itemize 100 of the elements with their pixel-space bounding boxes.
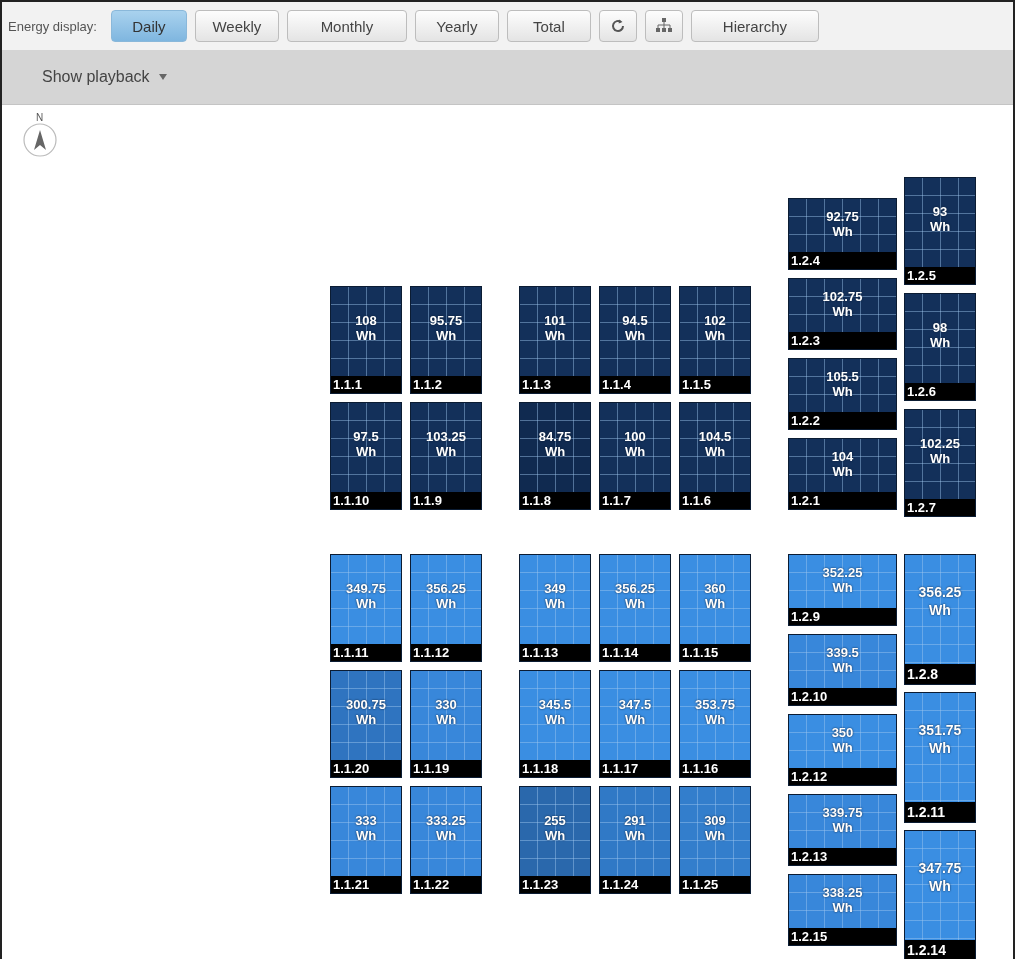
energy-value: 347.5	[618, 697, 652, 712]
period-tab[interactable]: Total	[506, 10, 591, 42]
solar-panel[interactable]: 102.25 Wh 1.2.7	[904, 409, 976, 517]
solar-panel[interactable]: 350 Wh 1.2.12	[788, 714, 897, 786]
energy-value: 300.75	[346, 697, 386, 712]
solar-panel[interactable]: 351.75 Wh 1.2.11	[904, 692, 976, 823]
solar-panel[interactable]: 333.25 Wh 1.1.22	[410, 786, 482, 894]
energy-unit: Wh	[832, 224, 853, 239]
panel-id: 1.2.5	[905, 267, 975, 284]
panel-id: 1.2.13	[789, 848, 896, 865]
solar-panel[interactable]: 300.75 Wh 1.1.20	[330, 670, 402, 778]
solar-panel[interactable]: 309 Wh 1.1.25	[679, 786, 751, 894]
period-tab[interactable]: Daily	[110, 10, 187, 42]
energy-unit: Wh	[544, 712, 566, 727]
energy-unit: Wh	[435, 828, 457, 843]
panel-id: 1.1.4	[600, 376, 670, 393]
solar-panel[interactable]: 95.75 Wh 1.1.2	[410, 286, 482, 394]
panel-id: 1.2.9	[789, 608, 896, 625]
panel-id: 1.1.10	[331, 492, 401, 509]
energy-value: 333.25	[426, 813, 466, 828]
panel-id: 1.1.16	[680, 760, 750, 777]
panel-id: 1.1.7	[600, 492, 670, 509]
energy-unit: Wh	[544, 444, 566, 459]
panel-id: 1.1.20	[331, 760, 401, 777]
energy-unit: Wh	[704, 328, 726, 343]
energy-unit: Wh	[832, 660, 853, 675]
solar-panel[interactable]: 338.25 Wh 1.2.15	[788, 874, 897, 946]
solar-panel[interactable]: 102 Wh 1.1.5	[679, 286, 751, 394]
energy-unit: Wh	[832, 304, 853, 319]
solar-panel[interactable]: 97.5 Wh 1.1.10	[330, 402, 402, 510]
solar-panel[interactable]: 352.25 Wh 1.2.9	[788, 554, 897, 626]
solar-panel[interactable]: 101 Wh 1.1.3	[519, 286, 591, 394]
panel-id: 1.1.11	[331, 644, 401, 661]
solar-panel[interactable]: 104.5 Wh 1.1.6	[679, 402, 751, 510]
energy-value: 108	[355, 313, 377, 328]
hierarchy-icon-button[interactable]	[644, 10, 683, 42]
solar-panel[interactable]: 291 Wh 1.1.24	[599, 786, 671, 894]
energy-value: 350	[831, 725, 854, 740]
solar-panel[interactable]: 94.5 Wh 1.1.4	[599, 286, 671, 394]
solar-panel[interactable]: 347.75 Wh 1.2.14	[904, 830, 976, 959]
energy-value: 330	[435, 697, 457, 712]
solar-panel[interactable]: 100 Wh 1.1.7	[599, 402, 671, 510]
solar-panel[interactable]: 104 Wh 1.2.1	[788, 438, 897, 510]
solar-panel[interactable]: 93 Wh 1.2.5	[904, 177, 976, 285]
energy-unit: Wh	[355, 712, 377, 727]
energy-value: 347.75	[918, 859, 962, 877]
period-tab[interactable]: Monthly	[286, 10, 407, 42]
refresh-button[interactable]	[598, 10, 637, 42]
solar-panel[interactable]: 105.5 Wh 1.2.2	[788, 358, 897, 430]
period-tab[interactable]: Weekly	[194, 10, 279, 42]
energy-value: 339.75	[822, 805, 863, 820]
show-playback-toggle[interactable]: Show playback	[42, 68, 168, 86]
panel-id: 1.2.15	[789, 928, 896, 945]
energy-value: 92.75	[826, 209, 859, 224]
solar-panel[interactable]: 347.5 Wh 1.1.17	[599, 670, 671, 778]
solar-panel[interactable]: 356.25 Wh 1.2.8	[904, 554, 976, 685]
panel-id: 1.1.15	[680, 644, 750, 661]
energy-unit: Wh	[355, 596, 377, 611]
solar-panel[interactable]: 84.75 Wh 1.1.8	[519, 402, 591, 510]
panel-id: 1.1.25	[680, 876, 750, 893]
panel-id: 1.1.9	[411, 492, 481, 509]
solar-panel[interactable]: 330 Wh 1.1.19	[410, 670, 482, 778]
energy-unit: Wh	[832, 384, 853, 399]
energy-value: 84.75	[538, 429, 572, 444]
solar-panel[interactable]: 345.5 Wh 1.1.18	[519, 670, 591, 778]
energy-unit: Wh	[832, 740, 853, 755]
solar-panel[interactable]: 339.75 Wh 1.2.13	[788, 794, 897, 866]
solar-panel[interactable]: 339.5 Wh 1.2.10	[788, 634, 897, 706]
energy-unit: Wh	[929, 877, 951, 895]
solar-panel[interactable]: 356.25 Wh 1.1.14	[599, 554, 671, 662]
solar-panel[interactable]: 103.25 Wh 1.1.9	[410, 402, 482, 510]
solar-panel[interactable]: 92.75 Wh 1.2.4	[788, 198, 897, 270]
energy-display-label: Energy display:	[8, 18, 97, 34]
solar-panel[interactable]: 98 Wh 1.2.6	[904, 293, 976, 401]
solar-panel[interactable]: 108 Wh 1.1.1	[330, 286, 402, 394]
energy-value: 356.25	[426, 581, 466, 596]
energy-value: 98	[932, 320, 948, 335]
energy-value: 338.25	[822, 885, 863, 900]
solar-panel[interactable]: 349.75 Wh 1.1.11	[330, 554, 402, 662]
solar-panel[interactable]: 255 Wh 1.1.23	[519, 786, 591, 894]
panel-id: 1.1.18	[520, 760, 590, 777]
hierarchy-button[interactable]: Hierarchy	[690, 10, 819, 42]
energy-unit: Wh	[624, 328, 646, 343]
solar-panel[interactable]: 102.75 Wh 1.2.3	[788, 278, 897, 350]
energy-unit: Wh	[355, 828, 377, 843]
panel-id: 1.1.6	[680, 492, 750, 509]
period-tab[interactable]: Yearly	[414, 10, 499, 42]
panel-id: 1.2.6	[905, 383, 975, 400]
energy-value: 255	[544, 813, 566, 828]
energy-value: 104.5	[698, 429, 732, 444]
energy-value: 101	[544, 313, 566, 328]
energy-unit: Wh	[355, 328, 377, 343]
solar-panel[interactable]: 333 Wh 1.1.21	[330, 786, 402, 894]
solar-panel[interactable]: 356.25 Wh 1.1.12	[410, 554, 482, 662]
energy-value: 360	[704, 581, 726, 596]
energy-value: 102.25	[920, 436, 960, 451]
solar-panel[interactable]: 353.75 Wh 1.1.16	[679, 670, 751, 778]
solar-panel[interactable]: 349 Wh 1.1.13	[519, 554, 591, 662]
solar-panel[interactable]: 360 Wh 1.1.15	[679, 554, 751, 662]
energy-unit: Wh	[929, 451, 951, 466]
